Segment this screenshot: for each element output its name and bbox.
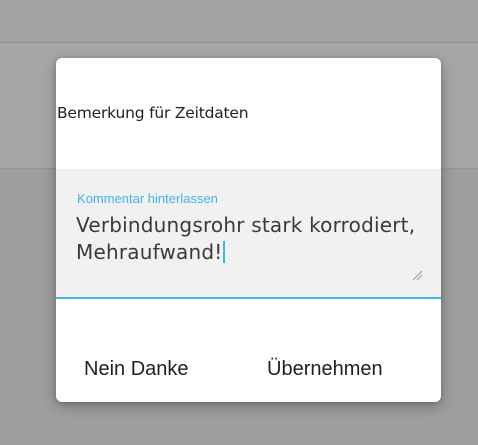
dialog-actions: Nein Danke Übernehmen [56, 358, 441, 388]
background-header [0, 0, 478, 43]
comment-field-label: Kommentar hinterlassen [77, 191, 218, 206]
comment-textarea[interactable]: Kommentar hinterlassen Verbindungsrohr s… [56, 169, 441, 299]
comment-text[interactable]: Verbindungsrohr stark korrodiert, Mehrau… [76, 213, 415, 264]
cancel-button[interactable]: Nein Danke [84, 358, 189, 381]
apply-button[interactable]: Übernehmen [267, 358, 383, 381]
comment-dialog: Bemerkung für Zeitdaten Kommentar hinter… [56, 58, 441, 402]
comment-text-wrapper[interactable]: Verbindungsrohr stark korrodiert, Mehrau… [76, 212, 421, 266]
text-caret [223, 241, 226, 263]
resize-handle-icon[interactable] [411, 269, 423, 281]
dialog-title: Bemerkung für Zeitdaten [57, 104, 249, 122]
